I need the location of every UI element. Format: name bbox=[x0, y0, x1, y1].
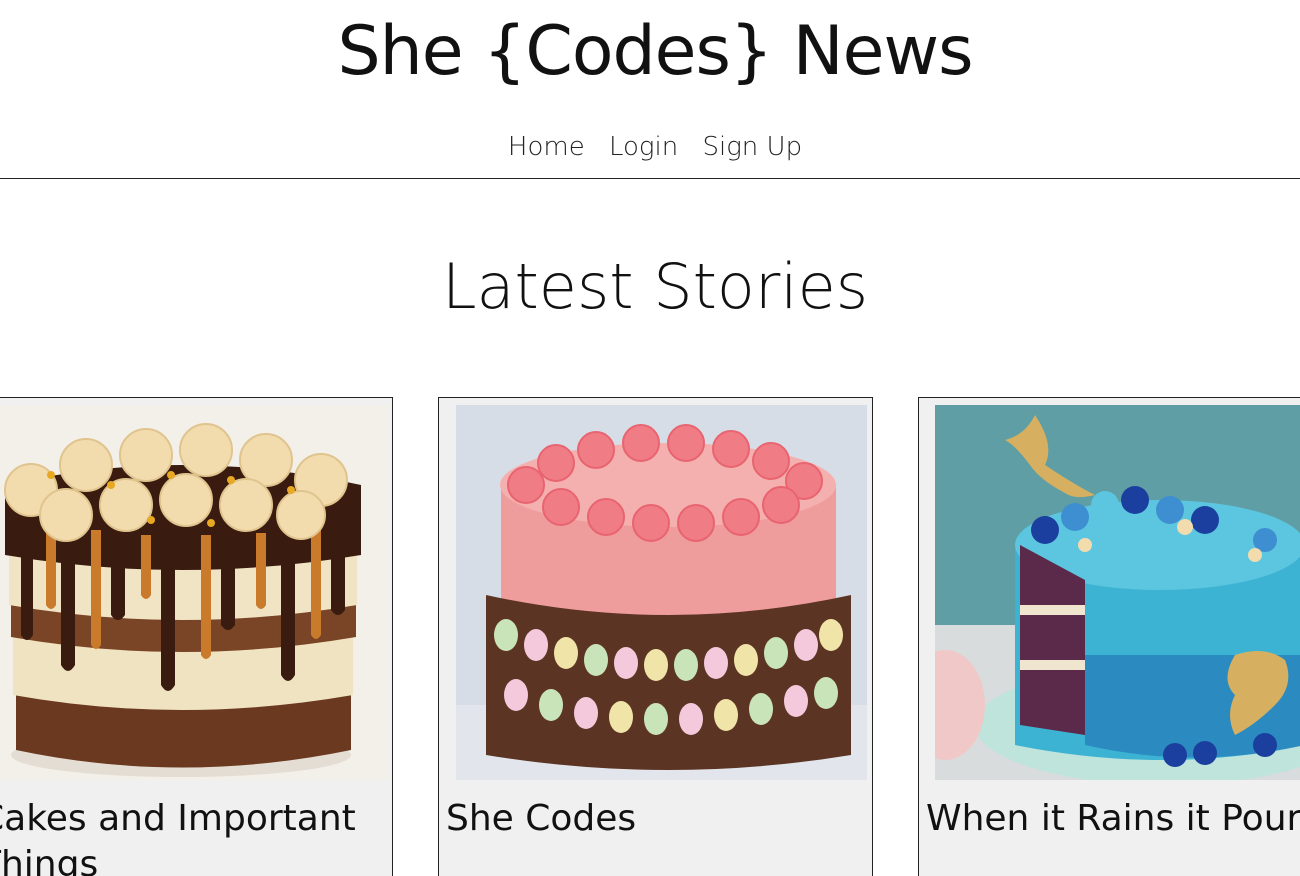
pink-cake-image[interactable] bbox=[456, 405, 867, 780]
story-card-2[interactable]: She Codes bbox=[438, 397, 873, 876]
chocolate-drip-cake-image[interactable] bbox=[0, 405, 388, 780]
story-card-3-title[interactable]: When it Rains it Pours bbox=[926, 796, 1300, 842]
main-nav: Home Login Sign Up bbox=[0, 132, 1300, 162]
latest-stories-heading: Latest Stories bbox=[441, 250, 869, 323]
nav-login-link[interactable]: Login bbox=[609, 132, 678, 162]
story-card-1[interactable]: Cakes and Important Things bbox=[0, 397, 393, 876]
story-card-1-title[interactable]: Cakes and Important Things bbox=[0, 796, 389, 876]
story-card-2-title[interactable]: She Codes bbox=[446, 796, 866, 842]
nav-home-link[interactable]: Home bbox=[508, 132, 585, 162]
story-card-3[interactable]: When it Rains it Pours bbox=[918, 397, 1300, 876]
header-divider bbox=[0, 178, 1300, 179]
page: She {Codes} News Home Login Sign Up Late… bbox=[0, 0, 1300, 876]
nav-signup-link[interactable]: Sign Up bbox=[702, 132, 802, 162]
site-title: She {Codes} News bbox=[337, 12, 973, 91]
mermaid-cake-image[interactable] bbox=[935, 405, 1300, 780]
